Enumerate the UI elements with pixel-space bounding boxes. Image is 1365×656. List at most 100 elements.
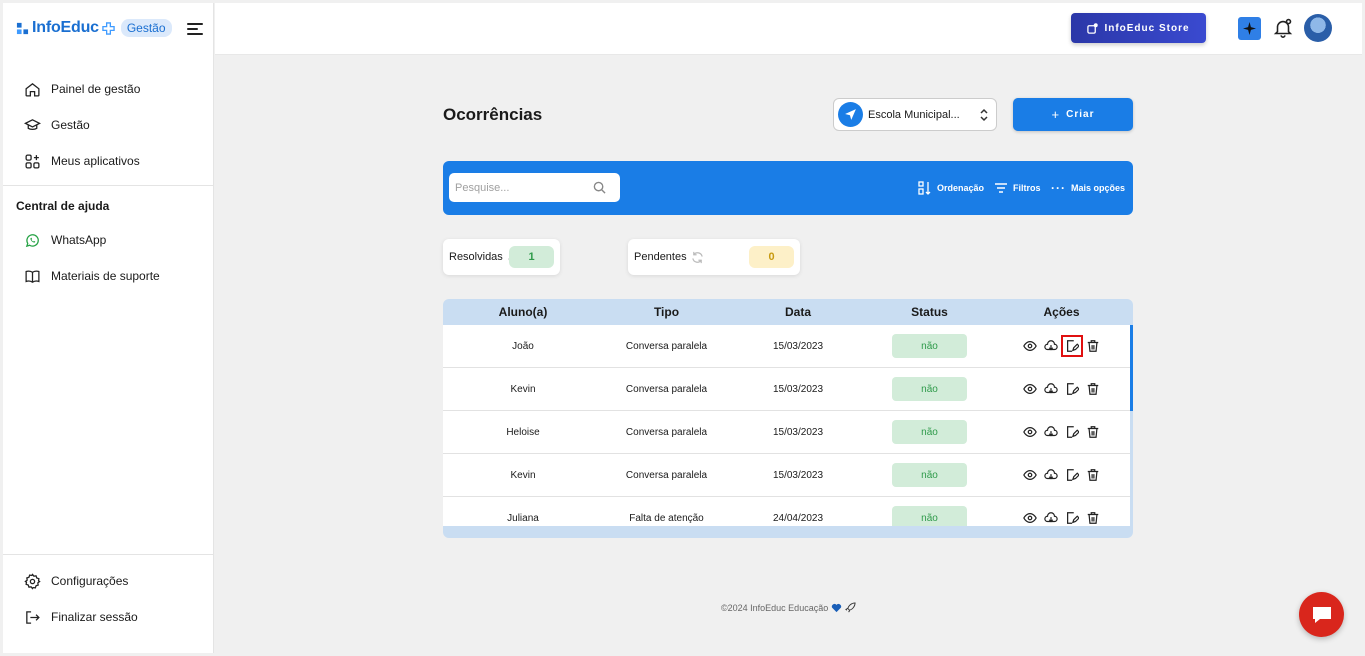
occurrences-table: Aluno(a) Tipo Data Status Ações João Con… <box>443 299 1133 538</box>
view-icon[interactable] <box>1022 510 1038 526</box>
menu-toggle-icon[interactable] <box>187 23 203 37</box>
sort-label: Ordenação <box>937 183 985 193</box>
more-dots-icon: ··· <box>1051 181 1066 195</box>
sidebar-item-materiais[interactable]: Materiais de suporte <box>3 258 214 294</box>
book-icon <box>25 269 40 283</box>
status-badge: não <box>892 377 967 401</box>
cell-data: 15/03/2023 <box>772 383 824 395</box>
download-icon[interactable] <box>1043 510 1059 526</box>
sparkle-button[interactable] <box>1238 17 1261 40</box>
location-icon <box>838 102 863 127</box>
scrollbar[interactable] <box>1130 325 1133 411</box>
edit-icon[interactable] <box>1064 467 1080 483</box>
table-row: Kevin Conversa paralela 15/03/2023 não <box>443 368 1130 411</box>
sidebar-item-label: Gestão <box>51 118 90 132</box>
sparkle-icon <box>1243 22 1256 35</box>
status-badge: não <box>892 420 967 444</box>
delete-icon[interactable] <box>1085 381 1101 397</box>
school-select[interactable]: Escola Municipal... <box>833 98 997 131</box>
footer: ©2024 InfoEduc Educação <box>721 602 856 613</box>
brand-badge: Gestão <box>120 19 172 37</box>
avatar[interactable] <box>1304 14 1332 42</box>
view-icon[interactable] <box>1022 467 1038 483</box>
download-icon[interactable] <box>1043 424 1059 440</box>
bell-icon[interactable] <box>1272 17 1294 39</box>
bottom-nav: Configurações Finalizar sessão <box>3 563 214 635</box>
sidebar-item-gestao[interactable]: Gestão <box>3 107 214 143</box>
sidebar: InfoEduc Gestão Painel de gestão Gestão … <box>3 3 214 653</box>
cell-aluno: Juliana <box>507 512 539 524</box>
sort-option[interactable]: Ordenação <box>918 181 984 195</box>
delete-icon[interactable] <box>1085 510 1101 526</box>
school-select-value: Escola Municipal... <box>868 108 960 121</box>
delete-icon[interactable] <box>1085 424 1101 440</box>
cell-actions <box>993 467 1130 483</box>
more-label: Mais opções <box>1071 183 1126 193</box>
logo-icon <box>16 22 29 34</box>
home-icon <box>25 82 40 97</box>
column-header: Status <box>911 305 948 319</box>
whatsapp-icon <box>25 233 39 247</box>
topbar: InfoEduc Store <box>215 3 1362 55</box>
page-title: Ocorrências <box>443 105 543 124</box>
sidebar-item-label: Painel de gestão <box>51 82 141 96</box>
stat-card-resolvidas: Resolvidas 1 <box>443 239 560 275</box>
filter-label: Filtros <box>1013 183 1041 193</box>
cell-status: não <box>866 506 993 526</box>
column-header: Data <box>784 305 811 319</box>
sidebar-item-whatsapp[interactable]: WhatsApp <box>3 222 214 258</box>
edit-icon[interactable] <box>1064 381 1080 397</box>
sort-icon <box>918 181 931 195</box>
stat-card-pendentes: Pendentes 0 <box>628 239 800 275</box>
edit-icon[interactable] <box>1064 510 1080 526</box>
cell-aluno: João <box>512 340 534 352</box>
cell-tipo: Conversa paralela <box>625 340 708 352</box>
logo[interactable]: InfoEduc Gestão <box>16 19 172 37</box>
download-icon[interactable] <box>1043 381 1059 397</box>
brand-name: InfoEduc <box>32 19 99 36</box>
plus-icon: + <box>1051 107 1061 122</box>
view-icon[interactable] <box>1022 381 1038 397</box>
stat-label: Pendentes <box>634 251 687 263</box>
chat-icon <box>1312 606 1331 623</box>
gear-icon <box>24 572 41 590</box>
sidebar-item-label: Meus aplicativos <box>51 154 140 168</box>
status-badge: não <box>892 334 967 358</box>
cell-aluno: Heloise <box>506 426 540 438</box>
edit-icon[interactable] <box>1061 335 1083 357</box>
edit-icon[interactable] <box>1064 424 1080 440</box>
refresh-icon[interactable] <box>691 251 704 264</box>
delete-icon[interactable] <box>1085 467 1101 483</box>
view-icon[interactable] <box>1022 424 1038 440</box>
sidebar-item-painel[interactable]: Painel de gestão <box>3 71 214 107</box>
table-row: Heloise Conversa paralela 15/03/2023 não <box>443 411 1130 454</box>
logout-icon <box>26 610 40 624</box>
download-icon[interactable] <box>1043 338 1059 354</box>
cell-data: 24/04/2023 <box>772 512 824 524</box>
search-icon[interactable] <box>593 181 606 194</box>
search-box <box>449 173 620 202</box>
sidebar-item-logout[interactable]: Finalizar sessão <box>3 599 214 635</box>
table-row: João Conversa paralela 15/03/2023 não <box>443 325 1130 368</box>
rocket-icon <box>845 602 856 613</box>
sidebar-item-configuracoes[interactable]: Configurações <box>3 563 214 599</box>
search-input[interactable] <box>455 181 593 194</box>
store-button-label: InfoEduc Store <box>1104 22 1190 34</box>
status-badge: não <box>892 463 967 487</box>
heart-icon <box>832 603 842 612</box>
create-button[interactable]: + Criar <box>1013 98 1133 131</box>
sidebar-item-label: Finalizar sessão <box>51 610 138 624</box>
status-badge: não <box>892 506 967 526</box>
delete-icon[interactable] <box>1085 338 1101 354</box>
graduation-cap-icon <box>24 118 41 130</box>
more-options[interactable]: ··· Mais opções <box>1051 181 1125 195</box>
sidebar-item-aplicativos[interactable]: Meus aplicativos <box>3 143 214 179</box>
help-section-title: Central de ajuda <box>16 199 110 213</box>
store-button[interactable]: InfoEduc Store <box>1071 13 1206 43</box>
download-icon[interactable] <box>1043 467 1059 483</box>
view-icon[interactable] <box>1022 338 1038 354</box>
help-nav: WhatsApp Materiais de suporte <box>3 222 214 294</box>
cell-status: não <box>866 420 993 444</box>
filter-option[interactable]: Filtros <box>994 181 1041 195</box>
chat-button[interactable] <box>1299 592 1344 637</box>
